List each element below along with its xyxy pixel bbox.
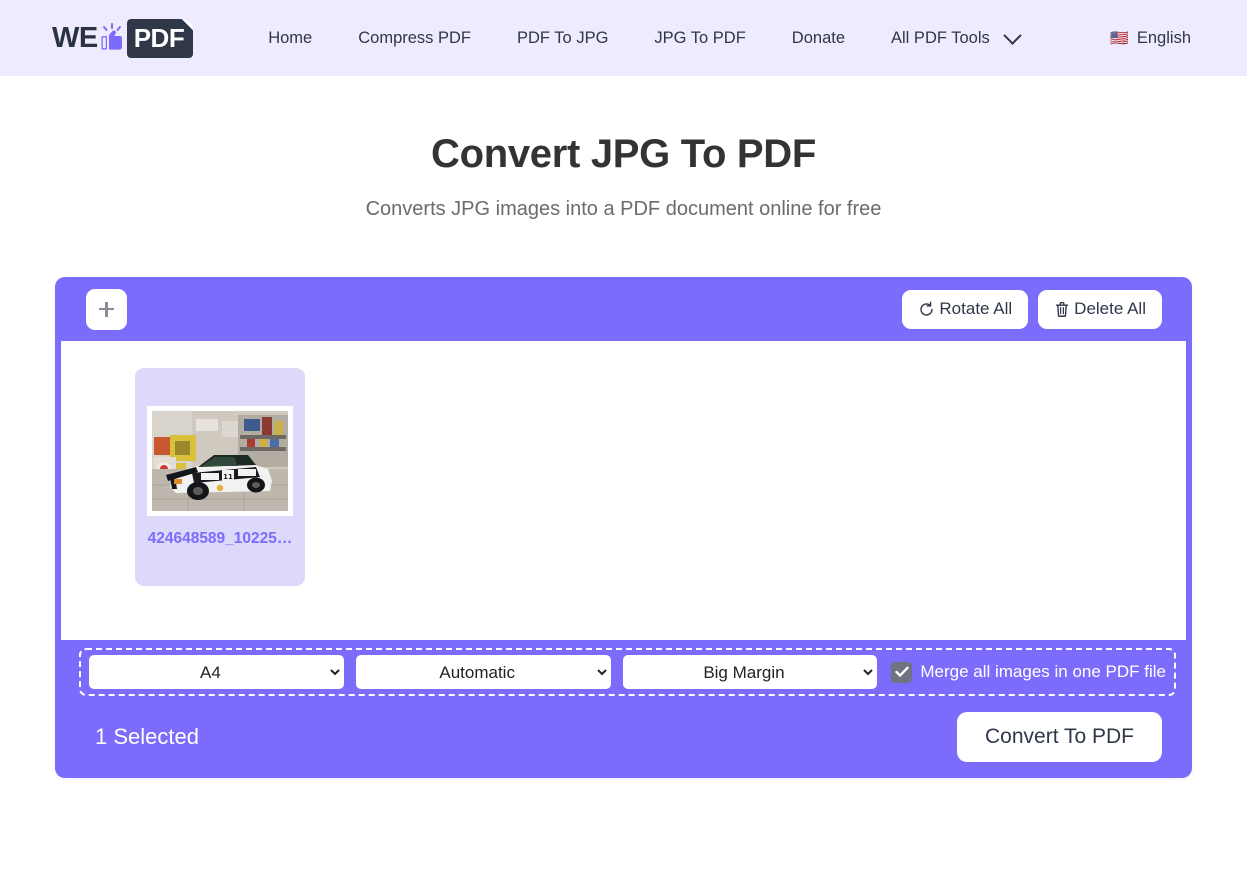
toolbar-actions: Rotate All Delete All xyxy=(902,289,1162,329)
page-size-select[interactable]: A4 xyxy=(89,655,344,689)
file-list: 11 424648589_10225… xyxy=(61,341,1186,640)
nav-all-pdf-tools-label: All PDF Tools xyxy=(891,28,990,47)
page-title: Convert JPG To PDF xyxy=(430,132,816,176)
rotate-all-label: Rotate All xyxy=(939,299,1013,318)
merge-option[interactable]: Merge all images in one PDF file xyxy=(891,661,1166,683)
converter-panel: Rotate All Delete All 11 424648589_10225… xyxy=(55,277,1192,778)
orientation-select[interactable]: Automatic xyxy=(355,655,611,689)
logo-pdf-badge: PDF xyxy=(126,18,194,58)
main-nav: Home Compress PDF PDF To JPG JPG To PDF … xyxy=(245,21,1110,56)
nav-home[interactable]: Home xyxy=(245,21,335,56)
nav-jpg-to-pdf[interactable]: JPG To PDF xyxy=(631,21,768,56)
panel-toolbar: Rotate All Delete All xyxy=(55,277,1192,341)
nav-all-pdf-tools[interactable]: All PDF Tools xyxy=(868,21,1042,56)
language-label: English xyxy=(1136,28,1191,47)
nav-compress-pdf[interactable]: Compress PDF xyxy=(335,21,494,56)
file-thumbnail-card[interactable]: 11 424648589_10225… xyxy=(135,368,305,586)
chevron-down-icon xyxy=(1003,25,1022,45)
us-flag-icon: 🇺🇸 xyxy=(1110,29,1129,47)
trash-icon xyxy=(1054,301,1070,318)
convert-to-pdf-button[interactable]: Convert To PDF xyxy=(957,712,1162,762)
nav-donate[interactable]: Donate xyxy=(769,21,868,56)
file-preview-image: 11 xyxy=(152,411,288,511)
site-header: WE PDF Home Compress PDF PDF To JPG JPG … xyxy=(0,0,1247,76)
check-icon xyxy=(895,666,909,677)
rotate-all-button[interactable]: Rotate All xyxy=(902,289,1029,329)
conversion-options: A4 Automatic Big Margin Merge all images… xyxy=(79,648,1176,696)
margin-select[interactable]: Big Margin xyxy=(622,655,878,689)
thumbs-up-icon xyxy=(99,23,125,53)
logo-we-text: WE xyxy=(52,21,98,54)
hero-section: Convert JPG To PDF Converts JPG images i… xyxy=(0,76,1247,221)
merge-checkbox[interactable] xyxy=(891,661,913,683)
language-selector[interactable]: 🇺🇸 English xyxy=(1110,29,1195,48)
plus-icon xyxy=(99,301,114,317)
thumbnail-frame: 11 xyxy=(147,406,293,516)
add-files-button[interactable] xyxy=(86,288,127,330)
page-subtitle: Converts JPG images into a PDF document … xyxy=(365,198,882,220)
merge-label[interactable]: Merge all images in one PDF file xyxy=(920,662,1166,682)
delete-all-label: Delete All xyxy=(1074,299,1146,318)
file-name: 424648589_10225… xyxy=(147,530,293,547)
site-logo[interactable]: WE PDF xyxy=(52,18,194,58)
svg-text:11: 11 xyxy=(223,473,233,481)
delete-all-button[interactable]: Delete All xyxy=(1038,289,1162,329)
panel-footer: 1 Selected Convert To PDF xyxy=(55,696,1192,778)
nav-pdf-to-jpg[interactable]: PDF To JPG xyxy=(494,21,631,56)
selected-count: 1 Selected xyxy=(95,724,199,749)
rotate-icon xyxy=(918,301,935,318)
